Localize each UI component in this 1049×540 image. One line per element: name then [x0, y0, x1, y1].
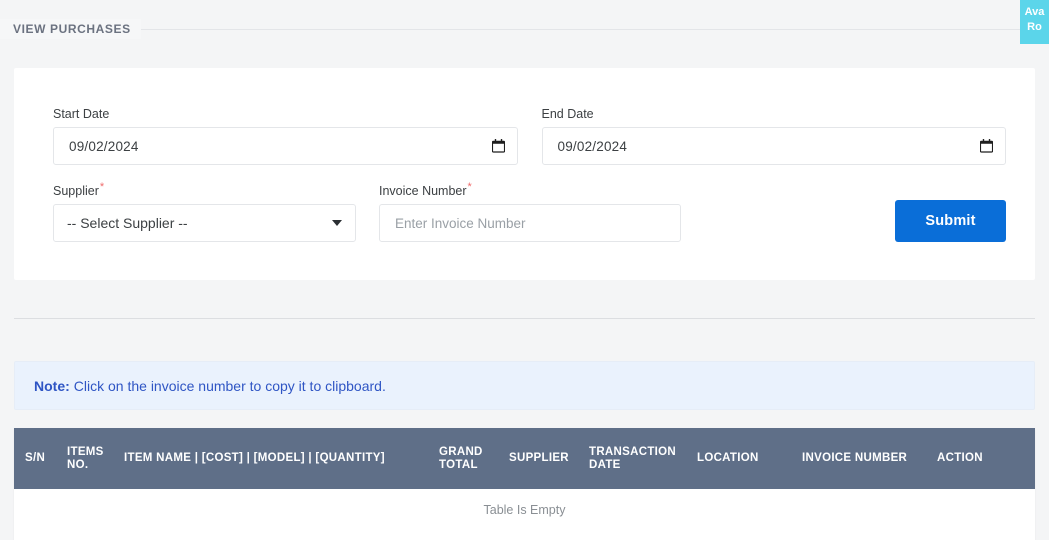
end-date-label: End Date: [541, 107, 594, 121]
column-header-supplier[interactable]: SUPPLIER: [503, 428, 583, 489]
start-date-input[interactable]: 09/02/2024: [53, 127, 518, 165]
page-title: VIEW PURCHASES: [0, 19, 141, 39]
supplier-label: Supplier*: [53, 180, 356, 198]
supplier-label-text: Supplier: [53, 184, 99, 199]
column-header-items-no[interactable]: ITEMS NO.: [61, 428, 118, 489]
submit-group: Submit: [895, 180, 1006, 242]
table-empty-message: Table Is Empty: [14, 489, 1035, 540]
section-divider: [14, 318, 1035, 319]
date-row: Start Date 09/02/2024 End Date 09/02/202…: [53, 107, 1006, 165]
invoice-number-label: Invoice Number*: [379, 180, 681, 198]
start-date-group: Start Date 09/02/2024: [53, 107, 518, 165]
column-header-sn[interactable]: S/N: [14, 428, 61, 489]
column-header-item-name[interactable]: ITEM NAME | [COST] | [MODEL] | [QUANTITY…: [118, 428, 433, 489]
supplier-selected-value: -- Select Supplier --: [67, 215, 188, 232]
invoice-number-input[interactable]: Enter Invoice Number: [379, 204, 681, 243]
invoice-number-placeholder: Enter Invoice Number: [395, 215, 526, 231]
note-prefix: Note:: [34, 377, 70, 394]
calendar-icon[interactable]: [980, 139, 993, 153]
invoice-number-label-text: Invoice Number: [379, 184, 467, 199]
section-header: VIEW PURCHASES: [0, 18, 1049, 40]
calendar-icon[interactable]: [491, 139, 505, 153]
supplier-invoice-row: Supplier* -- Select Supplier -- Invoice …: [53, 180, 1006, 243]
note-banner: Note: Click on the invoice number to cop…: [14, 361, 1035, 410]
corner-badge[interactable]: Ava Ro: [1020, 0, 1049, 44]
chevron-down-icon[interactable]: [332, 220, 342, 227]
table-empty-row: Table Is Empty: [14, 489, 1035, 540]
corner-badge-line2: Ro: [1027, 21, 1042, 33]
end-date-value: 09/02/2024: [557, 138, 628, 154]
view-purchases-page: VIEW PURCHASES Ava Ro Start Date 09/02/2…: [0, 0, 1049, 540]
end-date-input[interactable]: 09/02/2024: [541, 127, 1006, 165]
column-header-invoice-number[interactable]: INVOICE NUMBER: [796, 428, 931, 489]
note-text: Click on the invoice number to copy it t…: [73, 377, 386, 394]
table-header: S/N ITEMS NO. ITEM NAME | [COST] | [MODE…: [14, 428, 1035, 489]
header-divider-rule: [140, 28, 1049, 30]
filter-form-card: Start Date 09/02/2024 End Date 09/02/202…: [14, 68, 1035, 280]
start-date-value: 09/02/2024: [69, 138, 139, 154]
table-header-row: S/N ITEMS NO. ITEM NAME | [COST] | [MODE…: [14, 428, 1035, 489]
column-header-action[interactable]: ACTION: [931, 428, 1035, 489]
column-header-location[interactable]: LOCATION: [691, 428, 796, 489]
corner-badge-line1: Ava: [1024, 6, 1045, 18]
end-date-group: End Date 09/02/2024: [541, 107, 1006, 165]
supplier-group: Supplier* -- Select Supplier --: [53, 180, 356, 243]
invoice-number-group: Invoice Number* Enter Invoice Number: [379, 180, 681, 243]
required-marker: *: [99, 181, 105, 193]
submit-button[interactable]: Submit: [895, 200, 1006, 242]
column-header-grand-total[interactable]: GRAND TOTAL: [433, 428, 503, 489]
column-header-transaction-date[interactable]: TRANSACTION DATE: [583, 428, 691, 489]
start-date-label: Start Date: [53, 107, 110, 121]
supplier-select[interactable]: -- Select Supplier --: [53, 204, 356, 243]
purchases-table: S/N ITEMS NO. ITEM NAME | [COST] | [MODE…: [14, 428, 1035, 540]
table-body: Table Is Empty: [14, 489, 1035, 540]
required-marker: *: [467, 181, 472, 193]
